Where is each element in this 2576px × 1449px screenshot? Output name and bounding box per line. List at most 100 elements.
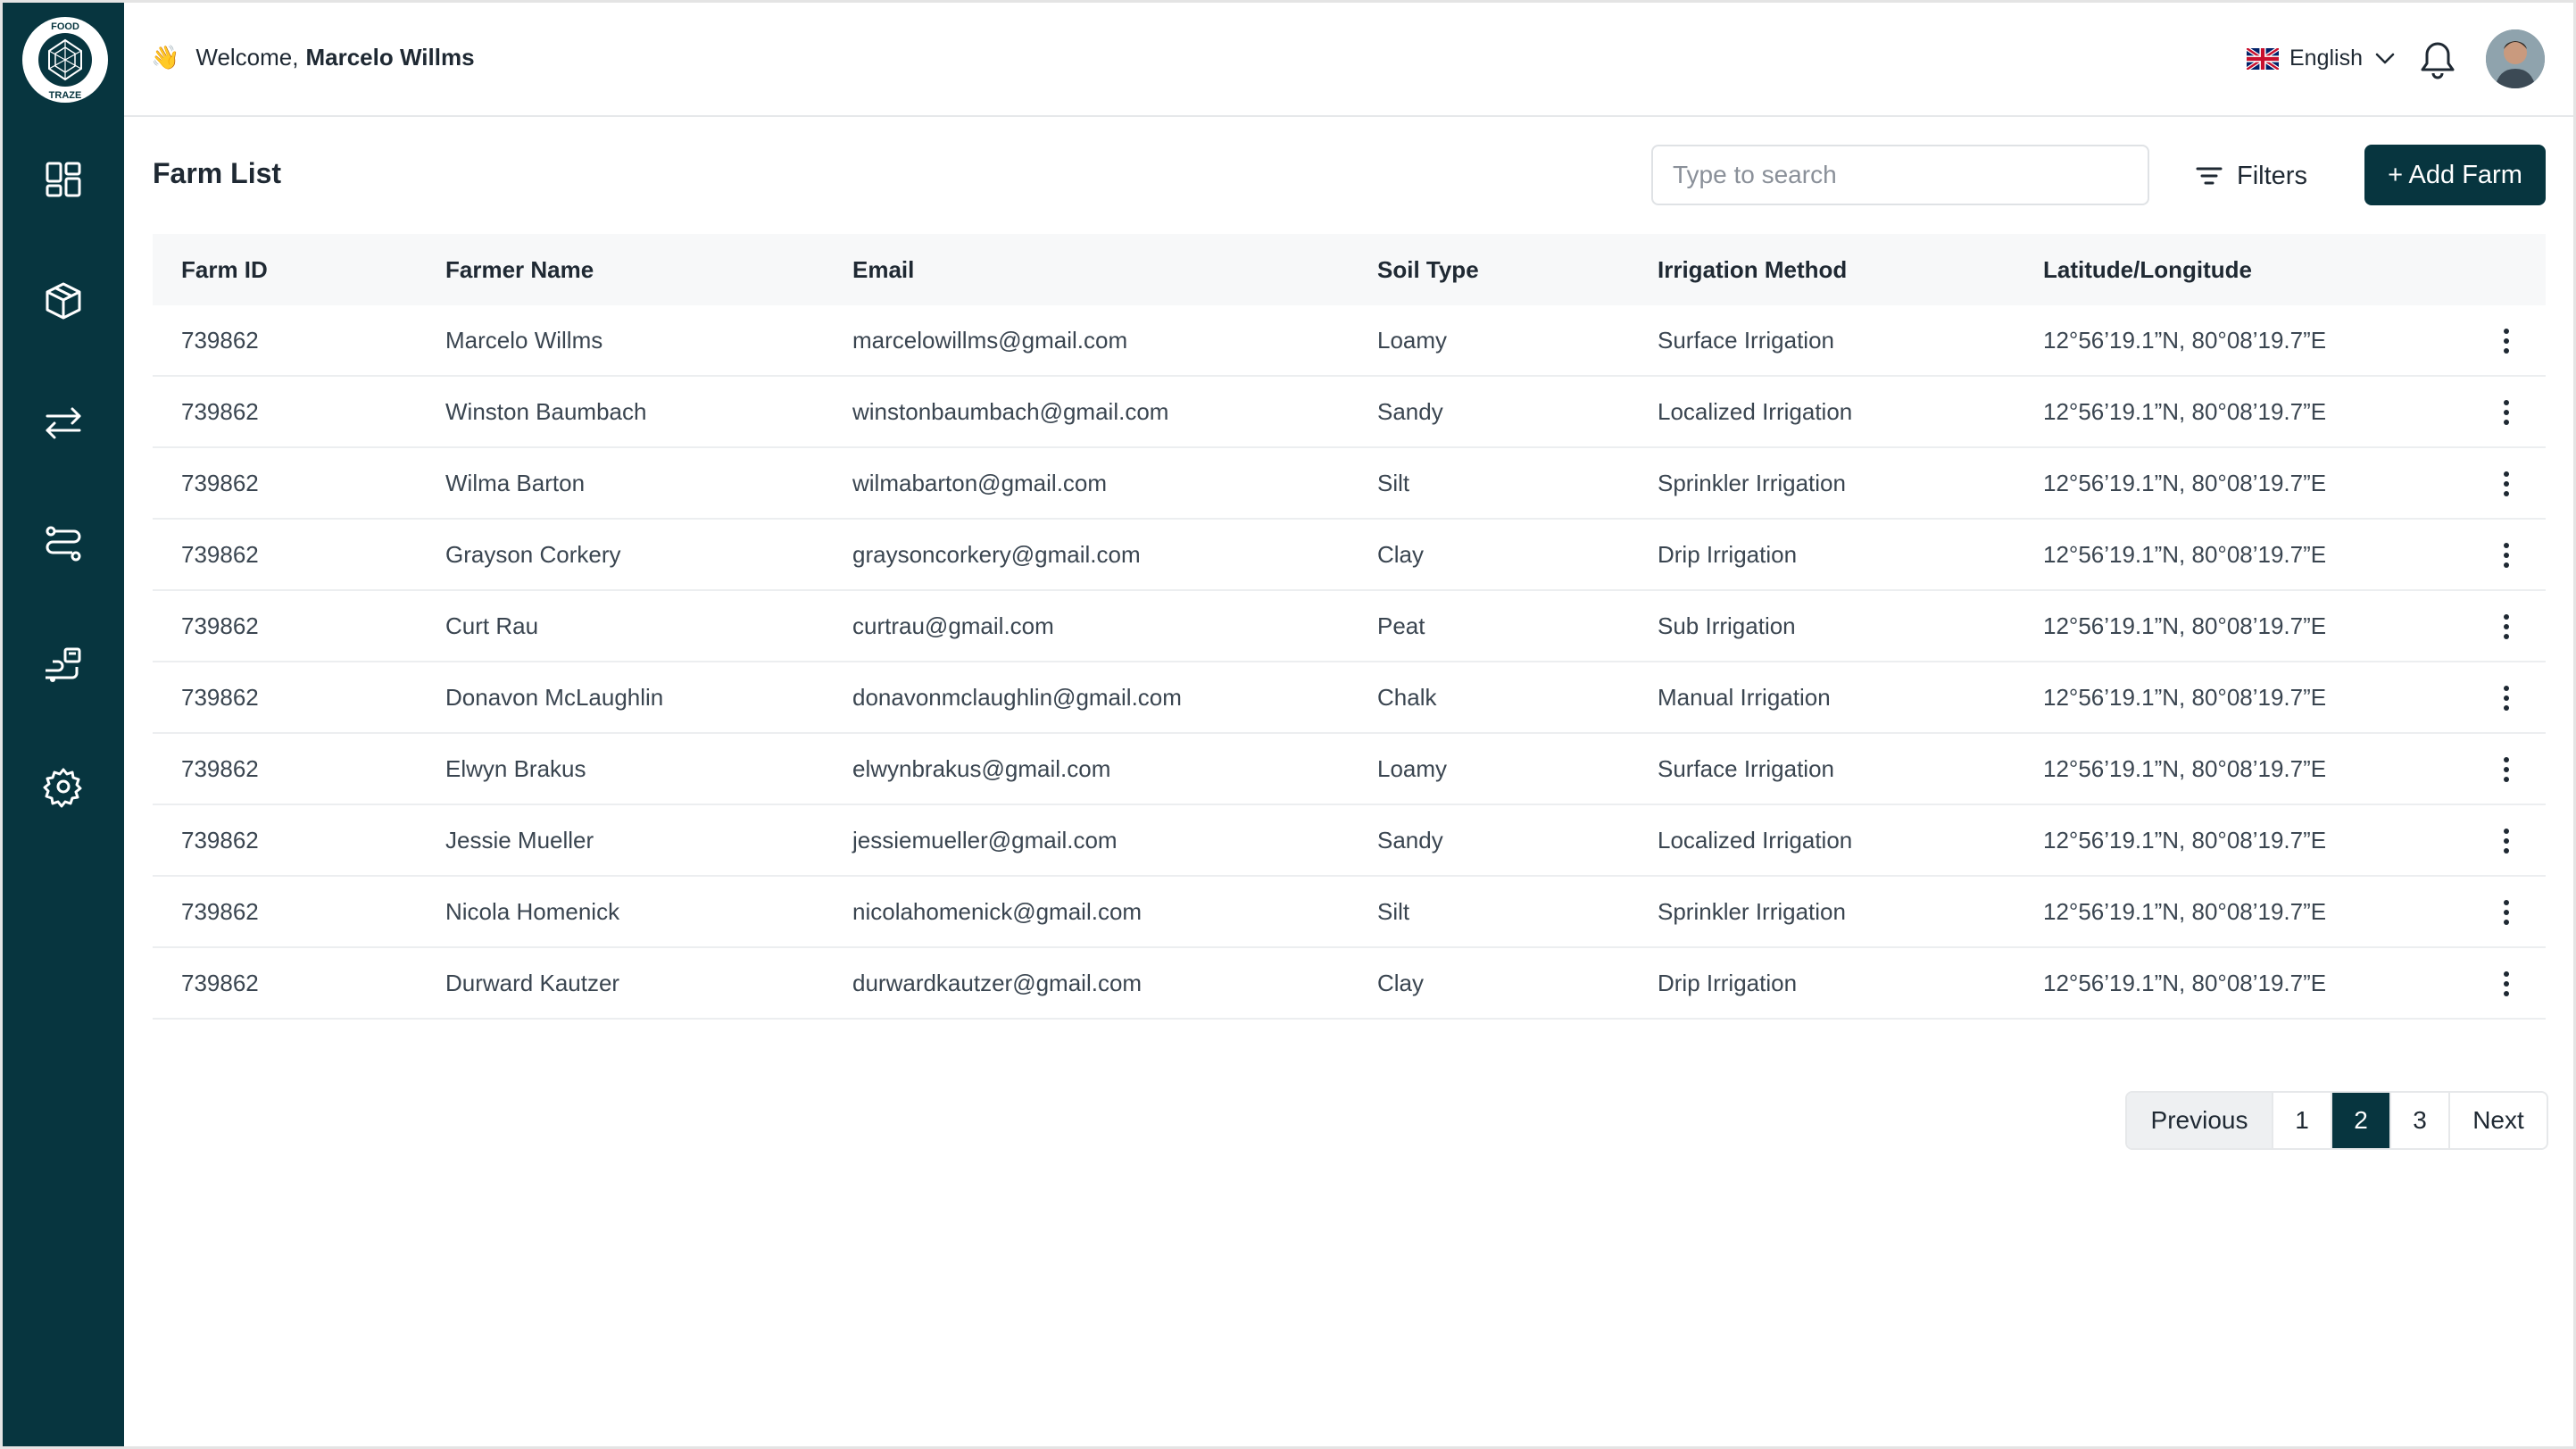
pagination-page-3[interactable]: 3 (2389, 1093, 2448, 1148)
row-actions-menu-icon[interactable] (2493, 468, 2520, 500)
sidebar-item-dashboard[interactable] (35, 151, 92, 208)
cell-soil-type: Silt (1377, 469, 1410, 496)
filters-label: Filters (2237, 161, 2307, 190)
cell-email: curtrau@gmail.com (852, 612, 1054, 639)
cell-soil-type: Clay (1377, 540, 1425, 568)
column-header-soil-type[interactable]: Soil Type (1377, 256, 1479, 284)
table-row[interactable]: 739862 Marcelo Willms marcelowillms@gmai… (153, 305, 2546, 377)
route-icon (46, 526, 81, 562)
delivery-icon (46, 647, 81, 682)
cell-soil-type: Chalk (1377, 683, 1437, 711)
food-traze-logo[interactable]: FOOD TRAZE (22, 17, 108, 103)
cell-irrigation-method: Sprinkler Irrigation (1658, 469, 1846, 496)
cell-email: nicolahomenick@gmail.com (852, 897, 1143, 925)
cell-irrigation-method: Drip Irrigation (1658, 540, 1798, 568)
top-header: 👋 Welcome, Marcelo Willms English (124, 3, 2573, 117)
cell-email: wilmabarton@gmail.com (852, 469, 1108, 496)
sidebar-item-traceability[interactable] (35, 637, 92, 694)
table-row[interactable]: 739862 Winston Baumbach winstonbaumbach@… (153, 377, 2546, 448)
column-header-farm-id[interactable]: Farm ID (181, 256, 268, 284)
row-actions-menu-icon[interactable] (2493, 539, 2520, 571)
notification-bell-button[interactable] (2418, 38, 2457, 81)
table-header-row: Farm ID Farmer Name Email Soil Type Irri… (153, 234, 2546, 305)
row-actions-menu-icon[interactable] (2493, 754, 2520, 786)
bell-icon (2421, 42, 2455, 79)
wave-icon: 👋 (151, 44, 180, 71)
cell-farm-id: 739862 (181, 540, 259, 568)
logo-text-top: FOOD (51, 21, 79, 32)
add-farm-button[interactable]: + Add Farm (2364, 145, 2546, 205)
table-row[interactable]: 739862 Jessie Mueller jessiemueller@gmai… (153, 805, 2546, 877)
row-actions-menu-icon[interactable] (2493, 396, 2520, 429)
cell-soil-type: Silt (1377, 897, 1410, 925)
cell-coordinates: 12°56’19.1”N, 80°08’19.7”E (2043, 969, 2327, 996)
welcome-message: 👋 Welcome, Marcelo Willms (151, 44, 475, 71)
search-input[interactable] (1651, 145, 2149, 205)
pagination-next-button[interactable]: Next (2448, 1093, 2547, 1148)
cell-soil-type: Sandy (1377, 826, 1443, 854)
farm-table: Farm ID Farmer Name Email Soil Type Irri… (153, 234, 2546, 1020)
column-header-farmer-name[interactable]: Farmer Name (445, 256, 594, 284)
row-actions-menu-icon[interactable] (2493, 325, 2520, 357)
cell-farmer-name: Winston Baumbach (445, 397, 647, 425)
cell-farm-id: 739862 (181, 826, 259, 854)
table-row[interactable]: 739862 Wilma Barton wilmabarton@gmail.co… (153, 448, 2546, 520)
cell-email: elwynbrakus@gmail.com (852, 754, 1111, 782)
welcome-user-name: Marcelo Willms (305, 44, 475, 71)
cell-soil-type: Peat (1377, 612, 1425, 639)
row-actions-menu-icon[interactable] (2493, 682, 2520, 714)
column-header-irrigation-method[interactable]: Irrigation Method (1658, 256, 1847, 284)
cell-farmer-name: Durward Kautzer (445, 969, 620, 996)
cell-email: winstonbaumbach@gmail.com (852, 397, 1169, 425)
user-avatar-image (2486, 29, 2545, 88)
row-actions-menu-icon[interactable] (2493, 825, 2520, 857)
cell-farm-id: 739862 (181, 683, 259, 711)
filters-button[interactable]: Filters (2196, 148, 2307, 204)
table-row[interactable]: 739862 Donavon McLaughlin donavonmclaugh… (153, 662, 2546, 734)
filter-lines-icon (2196, 167, 2223, 185)
cell-soil-type: Sandy (1377, 397, 1443, 425)
cell-coordinates: 12°56’19.1”N, 80°08’19.7”E (2043, 754, 2327, 782)
cell-farmer-name: Nicola Homenick (445, 897, 620, 925)
gear-icon (43, 768, 82, 808)
user-avatar[interactable] (2486, 29, 2545, 88)
pagination-page-2[interactable]: 2 (2331, 1093, 2389, 1148)
cell-coordinates: 12°56’19.1”N, 80°08’19.7”E (2043, 897, 2327, 925)
dashboard-grid-icon (46, 162, 81, 197)
pagination-previous-button[interactable]: Previous (2127, 1093, 2272, 1148)
cell-farmer-name: Grayson Corkery (445, 540, 621, 568)
cell-farm-id: 739862 (181, 612, 259, 639)
table-row[interactable]: 739862 Durward Kautzer durwardkautzer@gm… (153, 948, 2546, 1020)
chevron-down-icon (2375, 53, 2395, 63)
cell-irrigation-method: Drip Irrigation (1658, 969, 1798, 996)
row-actions-menu-icon[interactable] (2493, 896, 2520, 929)
cell-email: graysoncorkery@gmail.com (852, 540, 1141, 568)
table-row[interactable]: 739862 Nicola Homenick nicolahomenick@gm… (153, 877, 2546, 948)
cell-farm-id: 739862 (181, 326, 259, 354)
cell-coordinates: 12°56’19.1”N, 80°08’19.7”E (2043, 397, 2327, 425)
table-row[interactable]: 739862 Elwyn Brakus elwynbrakus@gmail.co… (153, 734, 2546, 805)
sidebar: FOOD TRAZE (3, 3, 124, 1446)
sidebar-item-routes[interactable] (35, 515, 92, 572)
table-row[interactable]: 739862 Curt Rau curtrau@gmail.com Peat S… (153, 591, 2546, 662)
page-title: Farm List (153, 157, 282, 189)
pagination-page-1[interactable]: 1 (2272, 1093, 2331, 1148)
table-row[interactable]: 739862 Grayson Corkery graysoncorkery@gm… (153, 520, 2546, 591)
sidebar-item-settings[interactable] (35, 758, 92, 815)
cell-farmer-name: Elwyn Brakus (445, 754, 586, 782)
cell-irrigation-method: Localized Irrigation (1658, 397, 1853, 425)
row-actions-menu-icon[interactable] (2493, 968, 2520, 1000)
sidebar-item-transactions[interactable] (35, 394, 92, 451)
column-header-email[interactable]: Email (852, 256, 914, 284)
transfer-arrows-icon (46, 407, 81, 439)
welcome-prefix: Welcome, (195, 44, 299, 71)
language-selector[interactable]: English (2247, 46, 2395, 71)
sidebar-item-products[interactable] (35, 272, 92, 329)
cell-irrigation-method: Sub Irrigation (1658, 612, 1796, 639)
package-box-icon (46, 282, 81, 320)
cell-soil-type: Loamy (1377, 754, 1448, 782)
cell-coordinates: 12°56’19.1”N, 80°08’19.7”E (2043, 683, 2327, 711)
row-actions-menu-icon[interactable] (2493, 611, 2520, 643)
column-header-coordinates[interactable]: Latitude/Longitude (2043, 256, 2252, 284)
cell-email: marcelowillms@gmail.com (852, 326, 1128, 354)
